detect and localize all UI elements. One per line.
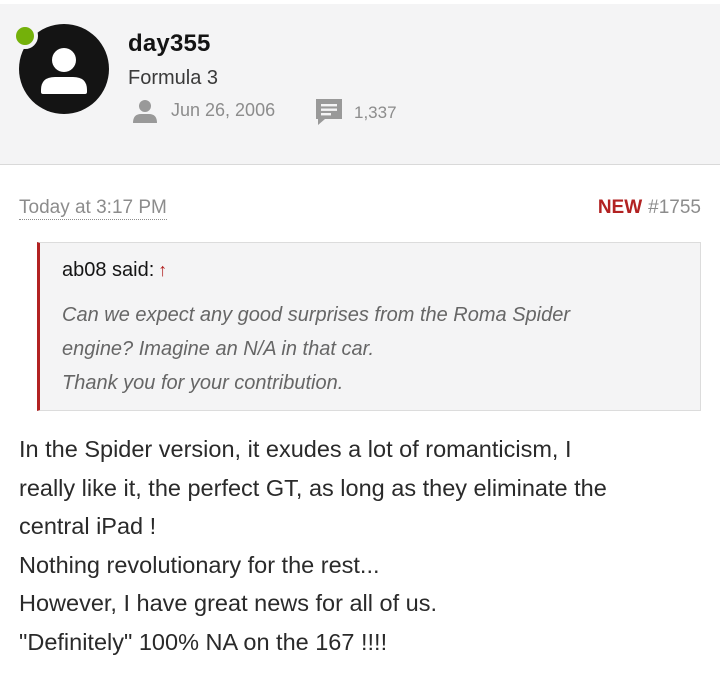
post-body-line: "Definitely" 100% NA on the 167 !!!!	[19, 628, 388, 655]
post-body-line: Nothing revolutionary for the rest...	[19, 551, 380, 578]
online-status-indicator	[12, 23, 38, 49]
quote-text: Can we expect any good surprises from th…	[62, 298, 692, 400]
quote-author[interactable]: ab08 said: ↑	[62, 259, 167, 282]
user-title: Formula 3	[128, 67, 219, 89]
quote-line: engine? Imagine an N/A in that car.	[62, 338, 375, 360]
post-number-link[interactable]: #1755	[648, 197, 701, 218]
user-header: day355 Formula 3 Jun 26, 2006 1,337	[0, 0, 720, 165]
post-timestamp-link[interactable]: Today at 3:17 PM	[19, 197, 167, 220]
message-count: 1,337	[354, 103, 397, 122]
quote-line: Can we expect any good surprises from th…	[62, 304, 571, 326]
post-status: NEW #1755	[598, 197, 701, 219]
new-badge: NEW	[597, 197, 643, 218]
person-icon	[132, 98, 158, 129]
post-body-line: central iPad !	[19, 513, 157, 539]
quote-line: Thank you for your contribution.	[62, 372, 344, 394]
join-date: Jun 26, 2006	[171, 100, 276, 120]
quote-author-label: ab08 said:	[62, 259, 155, 281]
jump-to-quote-icon[interactable]: ↑	[158, 260, 167, 280]
post-body-line: really like it, the perfect GT, as long …	[19, 474, 607, 501]
username[interactable]: day355	[128, 30, 211, 58]
messages-icon	[314, 97, 344, 132]
quote-block: ab08 said: ↑ Can we expect any good surpr…	[37, 242, 701, 411]
post-body: In the Spider version, it exudes a lot o…	[19, 430, 709, 661]
post-body-line: However, I have great news for all of us…	[19, 590, 437, 616]
post-body-line: In the Spider version, it exudes a lot o…	[19, 436, 572, 462]
